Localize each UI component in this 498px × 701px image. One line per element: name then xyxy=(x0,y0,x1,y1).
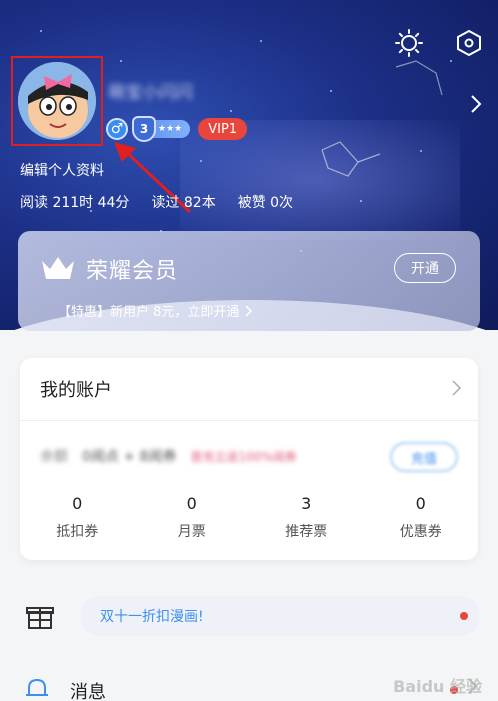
username[interactable]: 萌宝小闪闪 xyxy=(108,78,193,103)
avatar-highlight-box xyxy=(11,56,103,146)
hexagon-icon xyxy=(457,29,481,57)
level-number: 3 xyxy=(132,116,156,142)
recharge-promo: 首充立返100%阅券 xyxy=(190,449,297,464)
ticket-value: 3 xyxy=(301,494,312,513)
divider xyxy=(20,420,478,421)
avatar-cartoon-icon xyxy=(18,62,96,140)
ticket-value: 0 xyxy=(186,494,197,513)
ticket-value: 0 xyxy=(72,494,83,513)
avatar[interactable] xyxy=(18,62,96,140)
vip-title: 荣耀会员 xyxy=(86,259,179,284)
vip-promo-text: 【特惠】新用户 8元，立即开通 xyxy=(58,305,240,320)
balance-label: 余额 xyxy=(40,449,68,465)
skin-settings-button[interactable] xyxy=(452,26,486,60)
ticket-coupon[interactable]: 0 抵扣券 xyxy=(20,494,135,541)
crown-icon xyxy=(42,257,74,279)
header-toolbar xyxy=(392,26,486,60)
ticket-recommend[interactable]: 3 推荐票 xyxy=(249,494,364,541)
ticket-monthly[interactable]: 0 月票 xyxy=(135,494,250,541)
ticket-label: 优惠券 xyxy=(399,524,442,540)
notification-dot xyxy=(460,612,468,620)
settings-button[interactable] xyxy=(392,26,426,60)
my-account-card: 我的账户 余额 0阅点 + 8阅券 首充立返100%阅券 充值 0 抵扣券 0 … xyxy=(20,358,478,560)
ticket-label: 推荐票 xyxy=(285,524,328,540)
edit-profile-link[interactable]: 编辑个人资料 xyxy=(20,160,104,180)
sun-gear-icon xyxy=(395,29,423,57)
level-badge[interactable]: 3 ★★★ xyxy=(132,116,191,142)
watermark: Baidu 经验 xyxy=(393,677,482,696)
user-badges: ♂ 3 ★★★ VIP1 xyxy=(106,116,248,142)
ticket-grid: 0 抵扣券 0 月票 3 推荐票 0 优惠券 xyxy=(20,494,478,541)
balance-value: 0阅点 + 8阅券 xyxy=(82,449,177,465)
stat-likes[interactable]: 被赞 0次 xyxy=(238,192,293,212)
constellation-icon xyxy=(395,60,443,96)
reading-stats: 阅读 211时 44分 读过 82本 被赞 0次 xyxy=(20,192,293,212)
promo-banner[interactable]: 双十一折扣漫画! xyxy=(80,596,480,636)
constellation-icon xyxy=(321,141,381,177)
stat-books-read[interactable]: 读过 82本 xyxy=(151,192,215,212)
recharge-button[interactable]: 充值 xyxy=(390,442,458,472)
vip-open-button[interactable]: 开通 xyxy=(394,253,456,283)
ticket-label: 抵扣券 xyxy=(56,524,99,540)
ticket-value: 0 xyxy=(415,494,426,513)
promo-banner-row: 双十一折扣漫画! xyxy=(20,596,480,636)
profile-chevron-right-icon[interactable] xyxy=(470,94,482,118)
chevron-right-icon xyxy=(245,304,253,317)
level-stars: ★★★ xyxy=(158,124,183,134)
stat-read-time[interactable]: 阅读 211时 44分 xyxy=(20,192,129,212)
bell-icon xyxy=(26,678,48,696)
ticket-discount[interactable]: 0 优惠券 xyxy=(364,494,479,541)
ticket-label: 月票 xyxy=(177,524,206,540)
vip-badge[interactable]: VIP1 xyxy=(198,118,248,140)
balance-row: 余额 0阅点 + 8阅券 首充立返100%阅券 xyxy=(40,446,297,466)
gender-male-icon: ♂ xyxy=(106,118,128,140)
chevron-right-icon[interactable] xyxy=(452,380,462,400)
promo-banner-text: 双十一折扣漫画! xyxy=(100,609,204,625)
account-title[interactable]: 我的账户 xyxy=(40,376,112,402)
gift-icon xyxy=(26,607,54,629)
vip-promo[interactable]: 【特惠】新用户 8元，立即开通 xyxy=(58,301,253,320)
messages-label: 消息 xyxy=(70,682,106,701)
vip-membership-card[interactable]: 荣耀会员 开通 【特惠】新用户 8元，立即开通 xyxy=(18,231,480,331)
